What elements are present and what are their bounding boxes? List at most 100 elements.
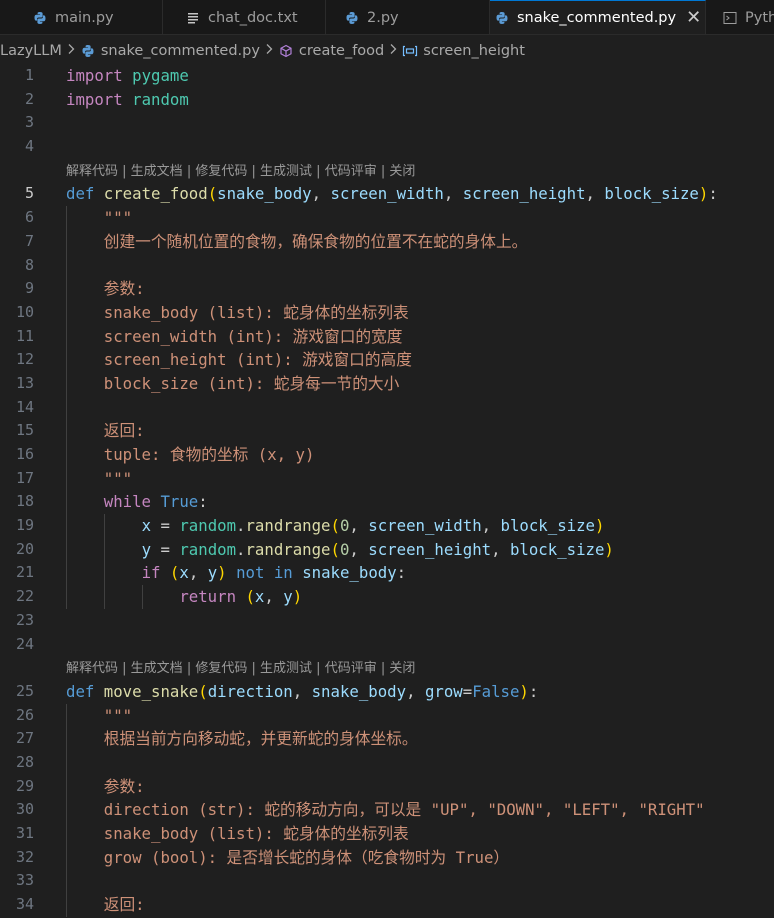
codelens-close-link[interactable]: 关闭	[389, 164, 415, 179]
code-line[interactable]: 22 return (x, y)	[0, 585, 774, 609]
code-token: y	[283, 587, 293, 607]
code-line[interactable]: 6 """	[0, 206, 774, 230]
code-token: in	[273, 563, 293, 583]
code-token: block_size	[500, 516, 595, 536]
line-number: 26	[15, 705, 34, 724]
line-number: 3	[24, 113, 34, 132]
tab-chat-doc-txt[interactable]: chat_doc.txt	[163, 0, 326, 34]
code-line[interactable]: 25 def move_snake(direction, snake_body, …	[0, 680, 774, 704]
code-line[interactable]: 21 if (x, y) not in snake_body:	[0, 561, 774, 586]
line-number: 19	[15, 516, 34, 535]
code-line[interactable]: 12 screen_height (int): 游戏窗口的高度	[0, 348, 774, 372]
line-number: 21	[15, 563, 34, 582]
code-token: ,	[311, 184, 331, 204]
code-token: snake_body (list): 蛇身体的坐标列表	[66, 824, 409, 843]
code-line[interactable]: 18 while True:	[0, 490, 774, 515]
code-token: tuple: 食物的坐标 (x, y)	[66, 445, 315, 464]
code-line[interactable]: 10 snake_body (list): 蛇身体的坐标列表	[0, 300, 774, 325]
code-line[interactable]: 34 返回:	[0, 893, 774, 917]
code-line[interactable]: 15 返回:	[0, 419, 774, 443]
codelens-gen-doc-link[interactable]: 生成文档	[131, 164, 183, 179]
tab-main-py[interactable]: main.py	[0, 0, 163, 34]
codelens-actions: 解释代码 | 生成文档 | 修复代码 | 生成测试 | 代码评审 | 关闭	[0, 159, 774, 183]
codelens-separator: |	[376, 163, 390, 179]
code-token: """	[66, 468, 133, 488]
close-icon[interactable]: ✕	[686, 9, 701, 27]
code-line[interactable]: 13 block_size (int): 蛇身每一节的大小	[0, 371, 774, 396]
codelens-explain-link[interactable]: 解释代码	[66, 661, 118, 676]
code-text: """	[66, 704, 132, 728]
breadcrumb-folder[interactable]: LazyLLM	[0, 43, 62, 59]
code-token: randrange	[245, 516, 331, 536]
codelens-gen-doc-link[interactable]: 生成文档	[131, 661, 183, 676]
code-token: (	[198, 681, 208, 701]
codelens-explain-link[interactable]: 解释代码	[66, 164, 118, 179]
code-text: block_size (int): 蛇身每一节的大小	[66, 372, 400, 396]
code-line[interactable]: 2 import random	[0, 88, 774, 112]
code-token: )	[519, 681, 529, 701]
code-token: (	[169, 563, 180, 583]
code-line[interactable]: 23	[0, 609, 774, 633]
code-text: import pygame	[66, 64, 189, 88]
codelens-fix-link[interactable]: 修复代码	[195, 164, 247, 179]
code-token: 根据当前方向移动蛇，并更新蛇的身体坐标。	[66, 729, 418, 749]
code-token: True	[160, 492, 199, 512]
code-line[interactable]: 17 """	[0, 466, 774, 491]
codelens-close-link[interactable]: 关闭	[389, 661, 415, 676]
code-line[interactable]: 33	[0, 869, 774, 894]
code-line[interactable]: 14	[0, 395, 774, 420]
code-line[interactable]: 27 根据当前方向移动蛇，并更新蛇的身体坐标。	[0, 727, 774, 751]
code-editor[interactable]: 1 import pygame 2 import random 3 4 解释代码 | 生成文…	[0, 64, 774, 918]
code-text: 返回:	[66, 419, 145, 443]
code-line[interactable]: 29 参数:	[0, 774, 774, 799]
code-line[interactable]: 31 snake_body (list): 蛇身体的坐标列表	[0, 822, 774, 846]
code-token: move_snake	[103, 681, 199, 701]
tab-2-py[interactable]: 2.py	[326, 0, 490, 34]
code-line[interactable]: 4	[0, 135, 774, 159]
code-line[interactable]: 3	[0, 111, 774, 135]
code-line[interactable]: 30 direction (str): 蛇的移动方向，可以是 "UP", "DO…	[0, 798, 774, 822]
code-line[interactable]: 26 """	[0, 703, 774, 728]
code-token: randrange	[245, 539, 331, 559]
code-text: snake_body (list): 蛇身体的坐标列表	[66, 822, 409, 846]
code-token: :	[528, 681, 539, 701]
code-token: =	[151, 539, 180, 559]
line-number: 15	[15, 421, 34, 440]
codelens-gen-test-link[interactable]: 生成测试	[260, 164, 312, 179]
codelens-separator: |	[247, 163, 261, 179]
code-token: )	[594, 516, 605, 536]
code-line[interactable]: 7 创建一个随机位置的食物，确保食物的位置不在蛇的身体上。	[0, 229, 774, 254]
codelens-gen-test-link[interactable]: 生成测试	[260, 661, 312, 676]
code-token: )	[604, 539, 614, 559]
code-token: screen_width	[330, 184, 444, 204]
code-line[interactable]: 11 screen_width (int): 游戏窗口的宽度	[0, 324, 774, 349]
tab-python-terminal[interactable]: Pyth	[706, 0, 774, 34]
breadcrumb-file[interactable]: snake_commented.py	[80, 43, 260, 59]
line-number: 24	[15, 634, 34, 653]
code-line[interactable]: 16 tuple: 食物的坐标 (x, y)	[0, 443, 774, 467]
code-line[interactable]: 19 x = random.randrange(0, screen_width,…	[0, 514, 774, 538]
code-line[interactable]: 8	[0, 253, 774, 278]
code-line[interactable]: 5 def create_food(snake_body, screen_widt…	[0, 182, 774, 206]
code-line[interactable]: 20 y = random.randrange(0, screen_height…	[0, 537, 774, 562]
python-icon	[32, 10, 48, 26]
tab-label: 2.py	[367, 9, 399, 26]
code-line[interactable]: 32 grow (bool): 是否增长蛇的身体（吃食物时为 True）	[0, 845, 774, 870]
code-line[interactable]: 28	[0, 750, 774, 775]
code-line[interactable]: 1 import pygame	[0, 64, 774, 88]
codelens-review-link[interactable]: 代码评审	[325, 661, 377, 676]
breadcrumb-variable[interactable]: screen_height	[402, 43, 525, 59]
code-line[interactable]: 9 参数:	[0, 277, 774, 301]
breadcrumb-function[interactable]: create_food	[278, 43, 384, 59]
codelens-fix-link[interactable]: 修复代码	[195, 661, 247, 676]
tab-snake-commented-py[interactable]: snake_commented.py ✕	[490, 0, 706, 34]
code-token: (	[330, 516, 340, 536]
code-token: 返回:	[66, 421, 145, 441]
code-token: )	[698, 184, 709, 204]
line-number: 1	[24, 66, 34, 84]
codelens-review-link[interactable]: 代码评审	[325, 164, 377, 179]
line-number: 34	[15, 895, 34, 914]
line-number: 29	[15, 776, 34, 795]
code-line[interactable]: 24	[0, 633, 774, 657]
